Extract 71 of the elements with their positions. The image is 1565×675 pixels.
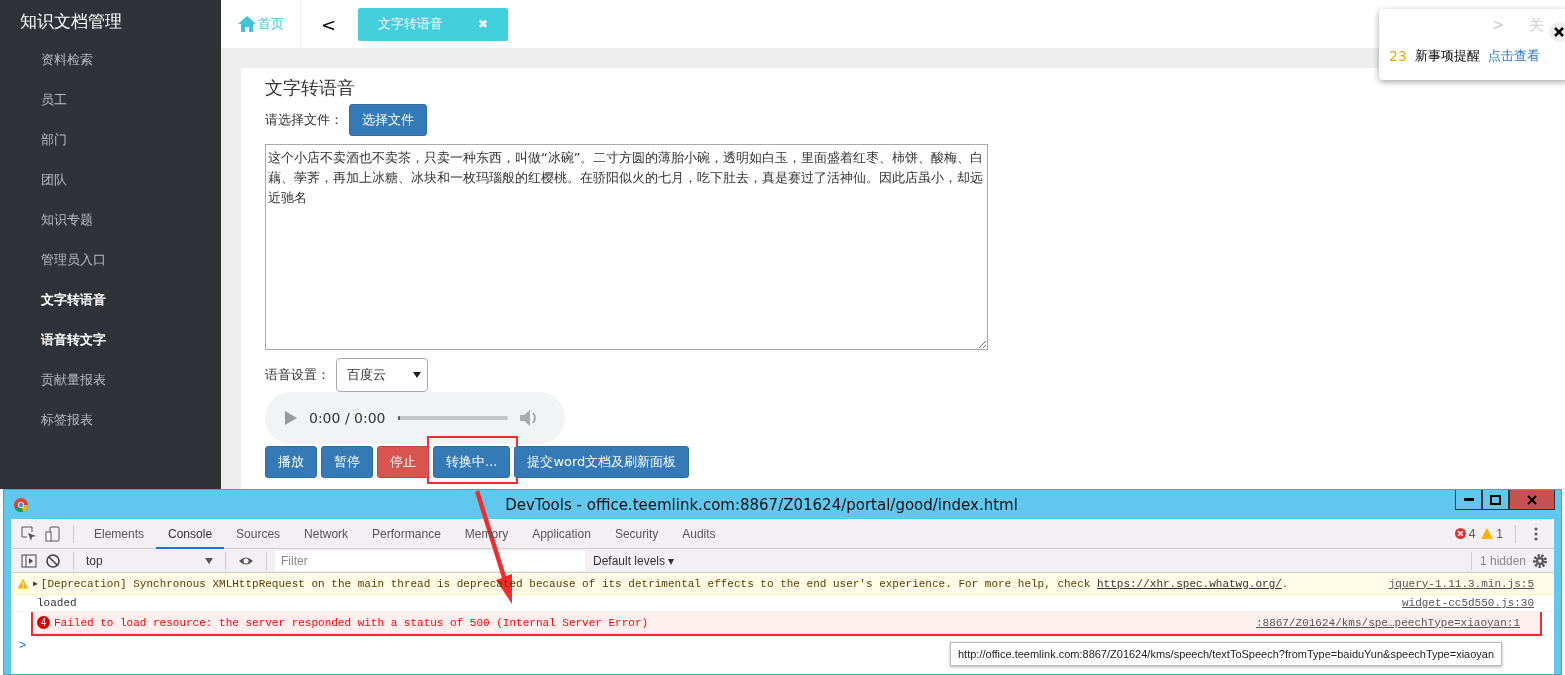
devtools-tab[interactable]: Security <box>602 518 671 549</box>
notification-message: 新事项提醒 <box>1414 47 1480 65</box>
sidebar-item[interactable]: 管理员入口 <box>0 240 221 280</box>
devtools-tab[interactable]: Elements <box>82 518 157 549</box>
text-input[interactable]: 这个小店不卖酒也不卖茶，只卖一种东西，叫做“冰碗”。二寸方圆的薄胎小碗，透明如白玉，里面盛着红枣、柿饼、酸梅、白藕、荸荠，再加上冰糖、冰块和一枚玛瑙般的红樱桃。在骄阳似火的七月，吃下肚去，真是赛过了活神仙。因此店虽小，却远近驰名 <box>265 144 988 350</box>
inspect-icon[interactable] <box>21 525 37 542</box>
sidebar-item[interactable]: 贡献量报表 <box>0 360 221 400</box>
message-text: Failed to load resource: the server responded with a status of 500 (Internal Server Error) <box>54 616 650 629</box>
action-button[interactable]: 转换中... <box>433 446 511 478</box>
sidebar-item[interactable]: 团队 <box>0 160 221 200</box>
expand-icon[interactable]: ▶ <box>33 579 38 588</box>
card-title: 文字转语音 <box>265 76 355 100</box>
help-link[interactable]: https://xhr.spec.whatwg.org/ <box>1097 577 1282 590</box>
minimize-button[interactable] <box>1455 490 1482 510</box>
tab-label: 文字转语音 <box>378 15 444 33</box>
error-badge: 4 <box>37 616 50 629</box>
close-icon <box>1527 494 1537 505</box>
view-link[interactable]: 点击查看 <box>1487 47 1540 65</box>
clear-icon[interactable] <box>45 552 61 569</box>
source-link[interactable]: widget-cc5d550.js:30 <box>1401 597 1534 609</box>
caret-icon <box>413 372 421 378</box>
devtools-tab[interactable]: Sources <box>224 518 293 549</box>
sidebar-toggle-icon[interactable] <box>21 552 37 569</box>
audio-progress[interactable] <box>397 416 400 420</box>
levels-select[interactable]: Default levels ▾ <box>593 553 675 568</box>
sidebar-item[interactable]: 知识专题 <box>0 200 221 240</box>
close-icon[interactable] <box>1549 22 1565 42</box>
devtools-tab[interactable]: Performance <box>360 518 453 549</box>
warning-count: 1 <box>1496 526 1503 541</box>
file-label: 请选择文件： <box>265 111 343 129</box>
close-button[interactable] <box>1509 490 1555 510</box>
devtools-tab[interactable]: Audits <box>670 518 728 549</box>
sidebar-item[interactable]: 标签报表 <box>0 400 221 440</box>
devtools-tab[interactable]: Network <box>292 518 361 549</box>
sidebar-item[interactable]: 资料检索 <box>0 40 221 80</box>
notification-count: 23 <box>1389 48 1407 64</box>
warning-icon <box>1481 528 1494 539</box>
app-title: 知识文档管理 <box>19 10 123 33</box>
maximize-icon <box>1490 494 1501 505</box>
error-icon <box>1454 528 1466 539</box>
choose-file-button[interactable]: 选择文件 <box>349 104 427 136</box>
message-text: loaded <box>37 597 78 609</box>
context-select[interactable]: top <box>82 553 217 568</box>
action-button[interactable]: 停止 <box>377 446 429 478</box>
sidebar-item[interactable]: 文字转语音 <box>0 280 221 320</box>
warning-icon <box>17 577 29 590</box>
caret-icon <box>205 557 213 564</box>
play-icon[interactable] <box>285 411 297 425</box>
voice-label: 语音设置： <box>265 366 330 384</box>
audio-time: 0:00 / 0:00 <box>309 410 386 426</box>
browser-logo-icon <box>14 497 28 512</box>
settings-icon[interactable] <box>1532 552 1548 569</box>
devtools-tab[interactable]: Application <box>520 518 603 549</box>
sidebar-item[interactable]: 语音转文字 <box>0 320 221 360</box>
back-button[interactable]: < <box>317 13 341 35</box>
filter-field[interactable]: Filter <box>275 550 585 571</box>
sidebar-item[interactable]: 部门 <box>0 120 221 160</box>
device-icon[interactable] <box>45 525 61 542</box>
action-button[interactable]: 提交word文档及刷新面板 <box>514 446 690 478</box>
action-button[interactable]: 暂停 <box>321 446 373 478</box>
window-title: DevTools - office.teemlink.com:8867/Z01624/portal/good/index.html <box>504 495 1019 514</box>
source-link[interactable]: jquery-1.11.3.min.js:5 <box>1388 577 1534 590</box>
home-icon <box>237 16 256 32</box>
action-button[interactable]: 播放 <box>265 446 317 478</box>
sidebar-item[interactable]: 员工 <box>0 80 221 120</box>
source-link[interactable]: :8867/Z01624/kms/spe…peechType=xiaoyan:1 <box>1255 616 1520 629</box>
maximize-button[interactable] <box>1482 490 1509 510</box>
hidden-count: 1 hidden <box>1479 553 1526 568</box>
error-count: 4 <box>1468 526 1476 541</box>
minimize-icon <box>1463 497 1474 502</box>
url-tooltip: http://office.teemlink.com:8867/Z01624/kms/speech/textToSpeech?fromType=baiduYun&speechType=xiaoyan <box>950 642 1503 666</box>
